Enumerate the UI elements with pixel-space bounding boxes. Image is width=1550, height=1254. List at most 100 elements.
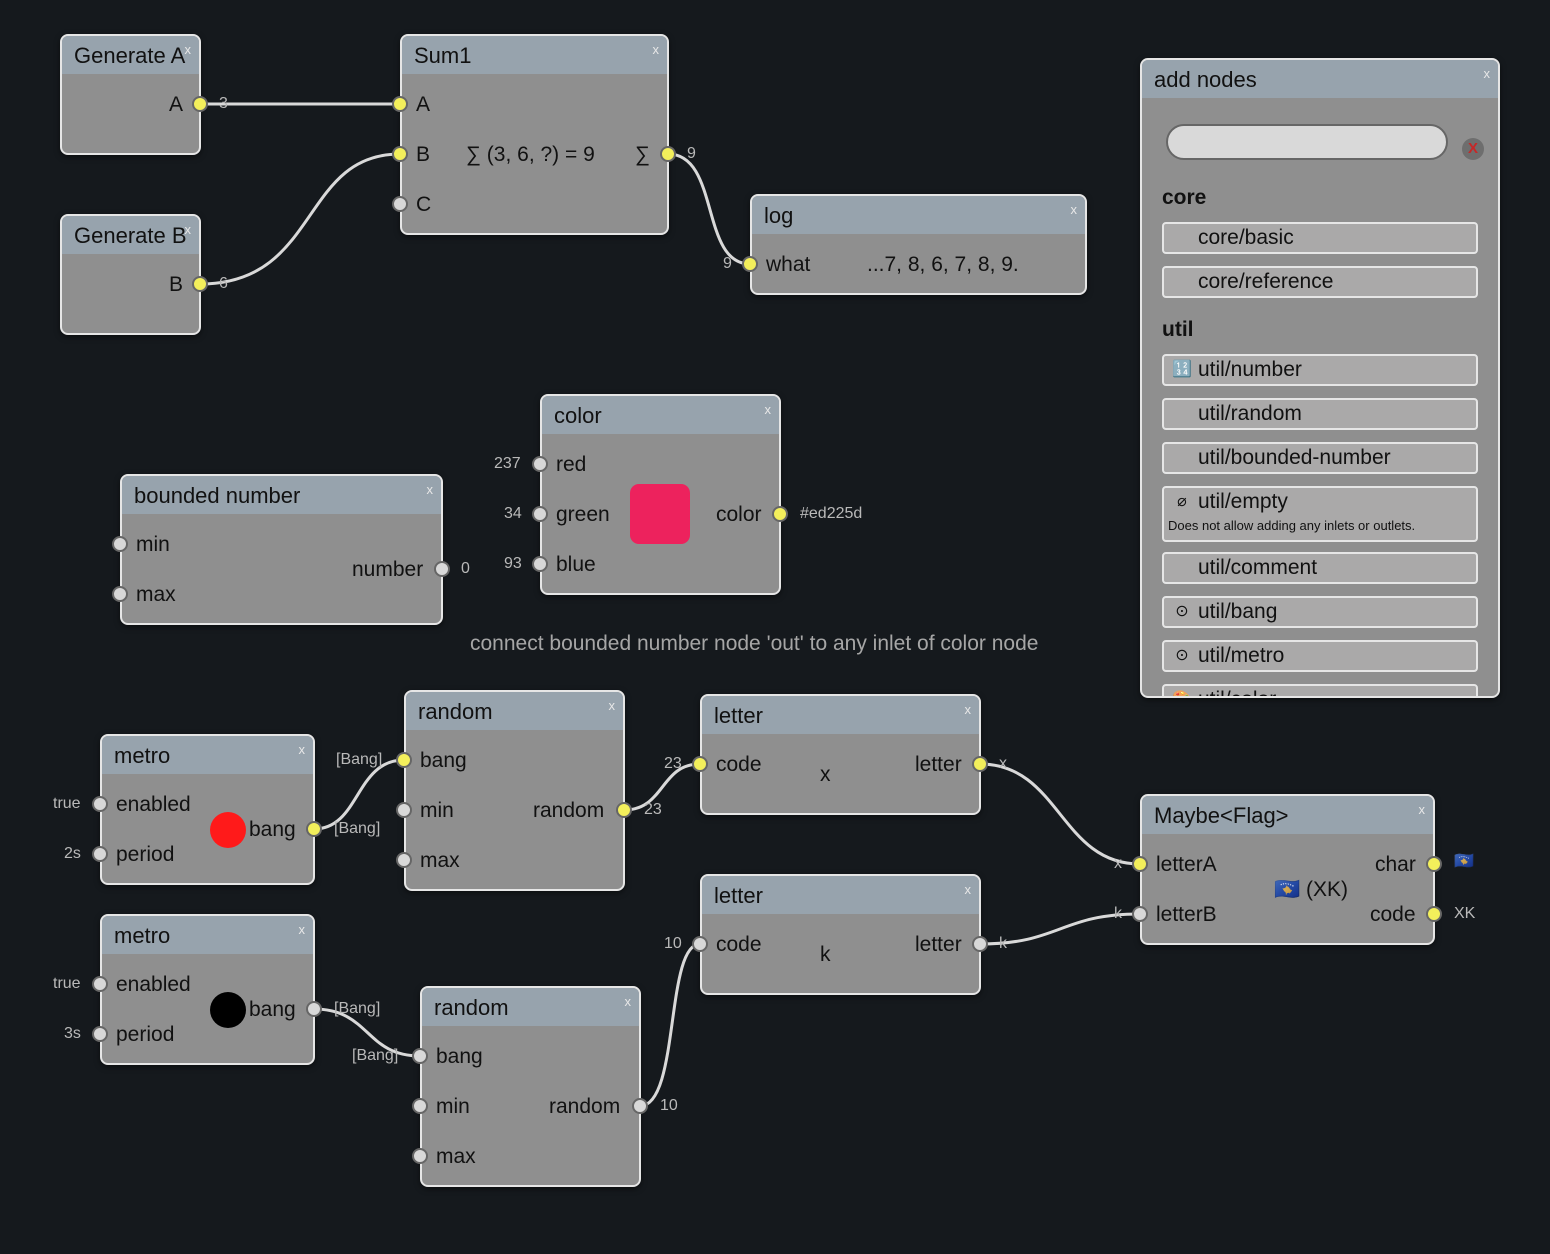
close-icon[interactable]: x (653, 36, 660, 70)
palette-item-core-reference[interactable]: core/reference (1162, 266, 1478, 298)
inlet-port-max[interactable] (412, 1148, 428, 1164)
palette-item-util-color[interactable]: 🎨 util/color (1162, 684, 1478, 696)
palette-item-util-bang[interactable]: ⊙ util/bang (1162, 596, 1478, 628)
node-title[interactable]: bounded number x (122, 476, 441, 514)
palette-item-util-number[interactable]: 🔢 util/number (1162, 354, 1478, 386)
outlet-port[interactable] (616, 802, 632, 818)
palette-item-util-comment[interactable]: util/comment (1162, 552, 1478, 584)
outlet-label-char: char (1375, 853, 1416, 876)
outlet-port[interactable] (306, 821, 322, 837)
inlet-port-blue[interactable] (532, 556, 548, 572)
close-icon[interactable]: x (1484, 60, 1491, 94)
inlet-port-min[interactable] (112, 536, 128, 552)
node-bounded-number[interactable]: bounded number x min max number (120, 474, 443, 625)
node-title[interactable]: letter x (702, 876, 979, 914)
node-title[interactable]: letter x (702, 696, 979, 734)
close-icon[interactable]: x (965, 696, 972, 730)
outlet-port[interactable] (972, 756, 988, 772)
node-title[interactable]: metro x (102, 736, 313, 774)
wire-letter1-maybe[interactable] (979, 762, 1141, 866)
search-input[interactable] (1166, 124, 1448, 160)
inlet-port-enabled[interactable] (92, 796, 108, 812)
wire-random1-letter1[interactable] (623, 762, 701, 812)
inlet-port-min[interactable] (396, 802, 412, 818)
node-random-2[interactable]: random x bang min max random (420, 986, 641, 1187)
close-icon[interactable]: x (299, 916, 306, 950)
close-icon[interactable]: x (299, 736, 306, 770)
outlet-port-char[interactable] (1426, 856, 1442, 872)
inlet-port-code[interactable] (692, 936, 708, 952)
node-title[interactable]: metro x (102, 916, 313, 954)
node-title[interactable]: Sum1 x (402, 36, 667, 74)
node-title[interactable]: random x (406, 692, 623, 730)
inlet-port-min[interactable] (412, 1098, 428, 1114)
inlet-port-period[interactable] (92, 846, 108, 862)
clear-search-icon[interactable]: X (1462, 138, 1484, 160)
node-generate-b[interactable]: Generate Bx B (60, 214, 201, 335)
wire-sum-log[interactable] (667, 152, 751, 266)
close-icon[interactable]: x (185, 216, 192, 250)
node-log[interactable]: log x what ...7, 8, 6, 7, 8, 9. (750, 194, 1087, 295)
wire-random2-letter2[interactable] (639, 942, 701, 1108)
outlet-port-code[interactable] (1426, 906, 1442, 922)
node-title[interactable]: Maybe<Flag> x (1142, 796, 1433, 834)
outlet-port[interactable] (434, 561, 450, 577)
add-nodes-panel[interactable]: add nodes x X core core/basic core/refere… (1140, 58, 1500, 698)
close-icon[interactable]: x (965, 876, 972, 910)
inlet-port-max[interactable] (112, 586, 128, 602)
panel-title[interactable]: add nodes x (1142, 60, 1498, 98)
palette-item-util-bounded-number[interactable]: util/bounded-number (1162, 442, 1478, 474)
close-icon[interactable]: x (765, 396, 772, 430)
inlet-port-code[interactable] (692, 756, 708, 772)
outlet-value: #ed225d (800, 505, 863, 522)
inlet-port-bang[interactable] (412, 1048, 428, 1064)
outlet-port[interactable] (192, 96, 208, 112)
palette-item-util-random[interactable]: util/random (1162, 398, 1478, 430)
inlet-port-letterb[interactable] (1132, 906, 1148, 922)
wire-genb-sumb[interactable] (199, 152, 401, 286)
inlet-port-max[interactable] (396, 852, 412, 868)
outlet-label: random (533, 799, 605, 822)
close-icon[interactable]: x (185, 36, 192, 70)
palette-item-util-empty[interactable]: ⌀ util/empty Does not allow adding any i… (1162, 486, 1478, 542)
inlet-port[interactable] (742, 256, 758, 272)
close-icon[interactable]: x (427, 476, 434, 510)
palette-list[interactable]: X core core/basic core/reference util 🔢 … (1142, 100, 1498, 696)
node-color[interactable]: color x red green blue color (540, 394, 781, 595)
close-icon[interactable]: x (1071, 196, 1078, 230)
outlet-port[interactable] (972, 936, 988, 952)
node-generate-a[interactable]: Generate Ax A (60, 34, 201, 155)
outlet-label: bang (249, 818, 296, 841)
node-title[interactable]: color x (542, 396, 779, 434)
node-letter-1[interactable]: letter x code x letter (700, 694, 981, 815)
node-metro-2[interactable]: metro x enabled period bang (100, 914, 315, 1065)
inlet-port-red[interactable] (532, 456, 548, 472)
close-icon[interactable]: x (625, 988, 632, 1022)
outlet-port[interactable] (660, 146, 676, 162)
node-metro-1[interactable]: metro x enabled period bang (100, 734, 315, 885)
outlet-port[interactable] (192, 276, 208, 292)
node-title[interactable]: random x (422, 988, 639, 1026)
node-letter-2[interactable]: letter x code k letter (700, 874, 981, 995)
inlet-port-period[interactable] (92, 1026, 108, 1042)
node-title[interactable]: Generate Ax (62, 36, 199, 74)
node-title[interactable]: log x (752, 196, 1085, 234)
inlet-port-lettera[interactable] (1132, 856, 1148, 872)
inlet-port-a[interactable] (392, 96, 408, 112)
inlet-port-green[interactable] (532, 506, 548, 522)
node-title[interactable]: Generate Bx (62, 216, 199, 254)
inlet-port-enabled[interactable] (92, 976, 108, 992)
outlet-port[interactable] (632, 1098, 648, 1114)
node-sum[interactable]: Sum1 x A B C ∑ (3, 6, ?) = 9 ∑ (400, 34, 669, 235)
close-icon[interactable]: x (1419, 796, 1426, 830)
node-maybe-flag[interactable]: Maybe<Flag> x letterA letterB 🇽🇰 (XK) cha… (1140, 794, 1435, 945)
node-random-1[interactable]: random x bang min max random (404, 690, 625, 891)
inlet-port-c[interactable] (392, 196, 408, 212)
outlet-port[interactable] (772, 506, 788, 522)
inlet-port-bang[interactable] (396, 752, 412, 768)
palette-item-core-basic[interactable]: core/basic (1162, 222, 1478, 254)
close-icon[interactable]: x (609, 692, 616, 726)
outlet-port[interactable] (306, 1001, 322, 1017)
palette-item-util-metro[interactable]: ⊙ util/metro (1162, 640, 1478, 672)
inlet-port-b[interactable] (392, 146, 408, 162)
